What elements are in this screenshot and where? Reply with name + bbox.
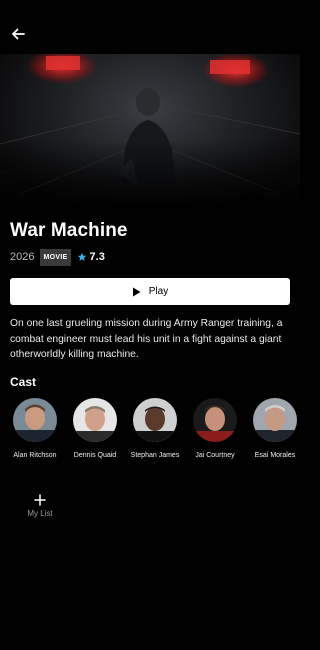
cast-photo bbox=[193, 398, 237, 442]
play-icon bbox=[132, 287, 141, 296]
release-year: 2026 bbox=[10, 251, 35, 263]
back-button[interactable] bbox=[6, 22, 30, 46]
cast-member[interactable]: Stephan James bbox=[124, 398, 186, 461]
cast-member[interactable]: Alan Ritchson bbox=[4, 398, 66, 461]
cast-member[interactable]: Jai Courtney bbox=[184, 398, 246, 461]
star-icon bbox=[77, 252, 86, 261]
plus-icon bbox=[34, 494, 46, 506]
type-badge: MOVIE bbox=[40, 248, 71, 266]
play-button[interactable]: Play bbox=[10, 278, 290, 305]
cast-member[interactable]: Dennis Quaid bbox=[64, 398, 126, 461]
cast-name: Dennis Quaid bbox=[73, 452, 117, 459]
cast-name: Jai Courtney bbox=[195, 452, 235, 459]
my-list-button[interactable]: My List bbox=[18, 494, 62, 518]
top-bar bbox=[0, 0, 300, 56]
play-button-label: Play bbox=[148, 286, 169, 297]
cast-heading: Cast bbox=[10, 375, 37, 389]
cast-photo bbox=[13, 398, 57, 442]
rating-value: 7.3 bbox=[89, 251, 105, 263]
cast-photo bbox=[253, 398, 297, 442]
cast-photo bbox=[73, 398, 117, 442]
my-list-label: My List bbox=[27, 509, 53, 518]
cast-name: Stephan James bbox=[130, 452, 180, 459]
movie-title: War Machine bbox=[10, 220, 128, 241]
cast-list: Alan Ritchson Dennis Quaid Stephan James bbox=[0, 398, 300, 482]
cast-name: Esai Morales bbox=[254, 452, 296, 459]
synopsis: On one last grueling mission during Army… bbox=[10, 318, 283, 360]
rating: 7.3 bbox=[77, 251, 105, 263]
cast-photo bbox=[133, 398, 177, 442]
cast-name: Alan Ritchson bbox=[13, 452, 57, 459]
arrow-left-icon bbox=[12, 28, 25, 40]
movie-meta: 2026 MOVIE 7.3 bbox=[10, 247, 105, 267]
cast-member[interactable]: Esai Morales bbox=[244, 398, 300, 461]
hero-image bbox=[0, 54, 300, 210]
